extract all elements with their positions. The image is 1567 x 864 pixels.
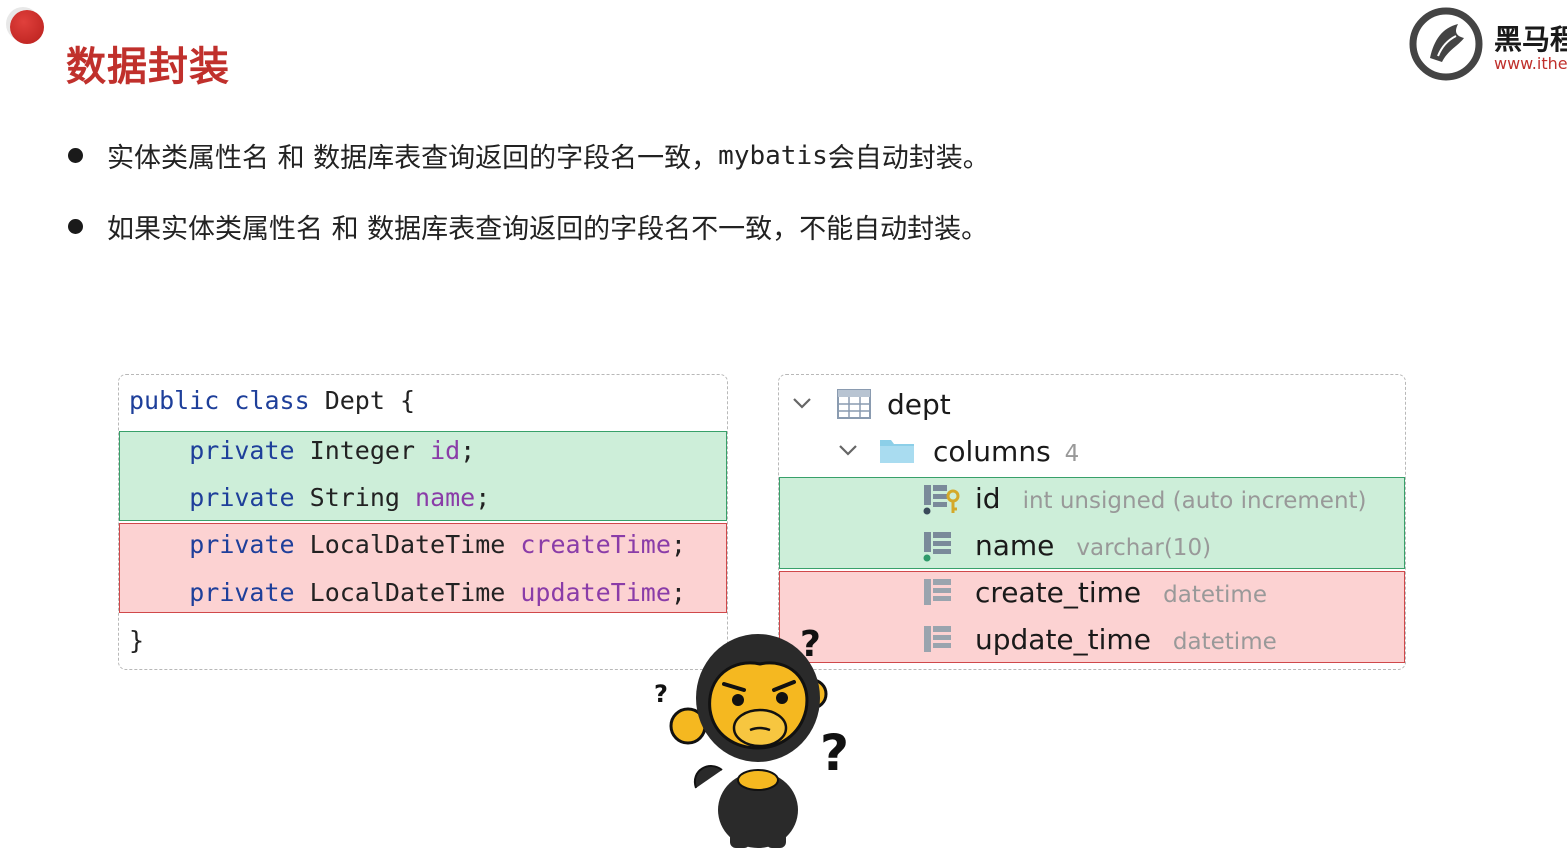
tree-node-column[interactable]: create_time datetime [779,569,1405,615]
tree-node-columns-folder[interactable]: columns 4 [779,428,1405,474]
semicolon: ; [670,578,686,607]
logo-name: 黑马程序员 [1494,23,1567,56]
field-name: id [430,436,461,465]
column-name: id [975,481,1001,515]
keyword-private: private [189,436,295,465]
column-count: 4 [1064,440,1080,467]
brand-logo: 黑马程序员 www.itheima.com [1408,6,1567,82]
open-brace: { [399,386,416,415]
semicolon: ; [460,436,476,465]
bullet-item: 如果实体类属性名 和 数据库表查询返回的字段名不一致，不能自动封装。 [68,207,988,246]
column-name: update_time [975,622,1151,656]
column-type: datetime [1172,628,1277,655]
chevron-down-icon[interactable] [791,395,813,411]
code-line-field: private LocalDateTime createTime; [119,521,727,569]
confused-monkey-mascot-icon: ? ? ? [654,624,849,848]
folder-icon [880,440,914,463]
field-type: LocalDateTime [309,530,506,559]
bullet-text-mono: mybatis [718,140,828,171]
class-name: Dept [324,386,385,415]
slide-marker-dot [10,10,44,44]
keyword-public: public [129,386,220,415]
column-name: name [975,528,1055,562]
table-icon [837,389,871,419]
bullet-text: 如果实体类属性名 和 数据库表查询返回的字段名不一致，不能自动封装。 [107,214,989,245]
column-type: datetime [1163,581,1267,608]
column-name: create_time [975,575,1142,609]
close-brace: } [129,626,145,655]
code-line-field: private Integer id; [119,427,727,475]
bullet-text: 会自动封装。 [827,143,990,174]
logo-url: www.itheima.com [1494,54,1567,73]
column-icon [923,532,951,562]
question-mark: ? [820,724,849,782]
semicolon: ; [475,483,491,512]
bullet-item: 实体类属性名 和 数据库表查询返回的字段名一致， mybatis 会自动封装。 [68,136,990,175]
code-line-field: private String name; [119,474,727,522]
java-entity-code-panel: public class Dept { private Integer id; … [118,374,728,670]
column-type: int unsigned (auto increment) [1022,487,1367,514]
code-line-close: } [119,617,727,665]
question-mark: ? [654,680,668,708]
folder-name: columns [933,434,1051,468]
field-name: createTime [520,530,671,559]
field-type: String [309,483,400,512]
column-icon [924,579,951,605]
bullet-dot-icon [68,219,83,234]
code-line-field: private LocalDateTime updateTime; [119,569,727,617]
keyword-private: private [189,483,295,512]
keyword-private: private [189,530,295,559]
field-type: Integer [309,436,415,465]
semicolon: ; [670,530,686,559]
code-line-class-declaration: public class Dept { [119,377,727,425]
tree-node-column[interactable]: update_time datetime [779,616,1405,662]
keyword-class: class [234,386,310,415]
horse-logo-icon [1409,7,1483,81]
tree-node-column[interactable]: name varchar(10) [779,522,1405,568]
column-type: varchar(10) [1076,534,1212,561]
bullet-text: 实体类属性名 和 数据库表查询返回的字段名一致， [107,143,719,174]
field-name: updateTime [520,578,671,607]
tree-node-table[interactable]: dept [779,381,1405,427]
table-name: dept [887,387,951,421]
database-tree-panel: dept columns 4 id int unsigned (auto inc [778,374,1406,670]
slide-title: 数据封装 [66,44,230,90]
primary-key-column-icon [923,485,960,515]
tree-node-column[interactable]: id int unsigned (auto increment) [779,475,1405,521]
field-type: LocalDateTime [309,578,506,607]
field-name: name [415,483,476,512]
column-icon [924,626,951,652]
keyword-private: private [189,578,295,607]
bullet-dot-icon [68,148,83,163]
chevron-down-icon[interactable] [837,442,859,458]
